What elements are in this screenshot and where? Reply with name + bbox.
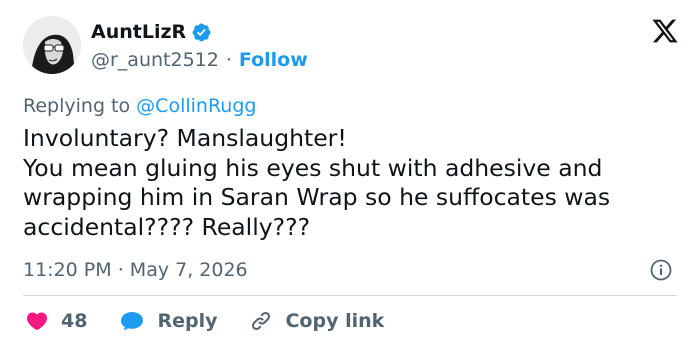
meta-separator: · <box>117 259 124 281</box>
author-name-row[interactable]: AuntLizR <box>91 21 212 43</box>
tweet-time[interactable]: 11:20 PM <box>23 259 112 281</box>
x-logo-icon[interactable] <box>651 17 679 45</box>
author-name[interactable]: AuntLizR <box>91 21 186 43</box>
replying-to-prefix: Replying to <box>23 95 131 117</box>
author-handle[interactable]: @r_aunt2512 <box>91 49 219 71</box>
verified-badge-icon <box>191 22 212 43</box>
tweet-text: Involuntary? Manslaughter! You mean glui… <box>23 124 611 241</box>
avatar[interactable] <box>23 16 81 74</box>
reply-button[interactable]: Reply <box>119 309 217 333</box>
divider <box>23 295 677 296</box>
author-handle-row: @r_aunt2512 · Follow <box>91 49 308 71</box>
like-button[interactable]: 48 <box>25 309 87 333</box>
separator-dot: · <box>225 49 232 71</box>
action-bar: 48 Reply Copy link <box>25 309 384 333</box>
heart-icon <box>25 309 49 333</box>
copy-link-button[interactable]: Copy link <box>249 309 384 333</box>
reply-mention-link[interactable]: @CollinRugg <box>136 95 256 117</box>
replying-to: Replying to @CollinRugg <box>23 95 256 117</box>
link-icon <box>249 309 273 333</box>
follow-button[interactable]: Follow <box>239 49 308 71</box>
copy-link-label: Copy link <box>285 310 385 332</box>
reply-bubble-icon <box>119 309 145 333</box>
tweet-date[interactable]: May 7, 2026 <box>130 259 248 281</box>
reply-label: Reply <box>157 310 218 332</box>
info-icon[interactable] <box>649 258 673 282</box>
tweet-timestamp[interactable]: 11:20 PM · May 7, 2026 <box>23 259 248 281</box>
like-count: 48 <box>61 310 88 332</box>
